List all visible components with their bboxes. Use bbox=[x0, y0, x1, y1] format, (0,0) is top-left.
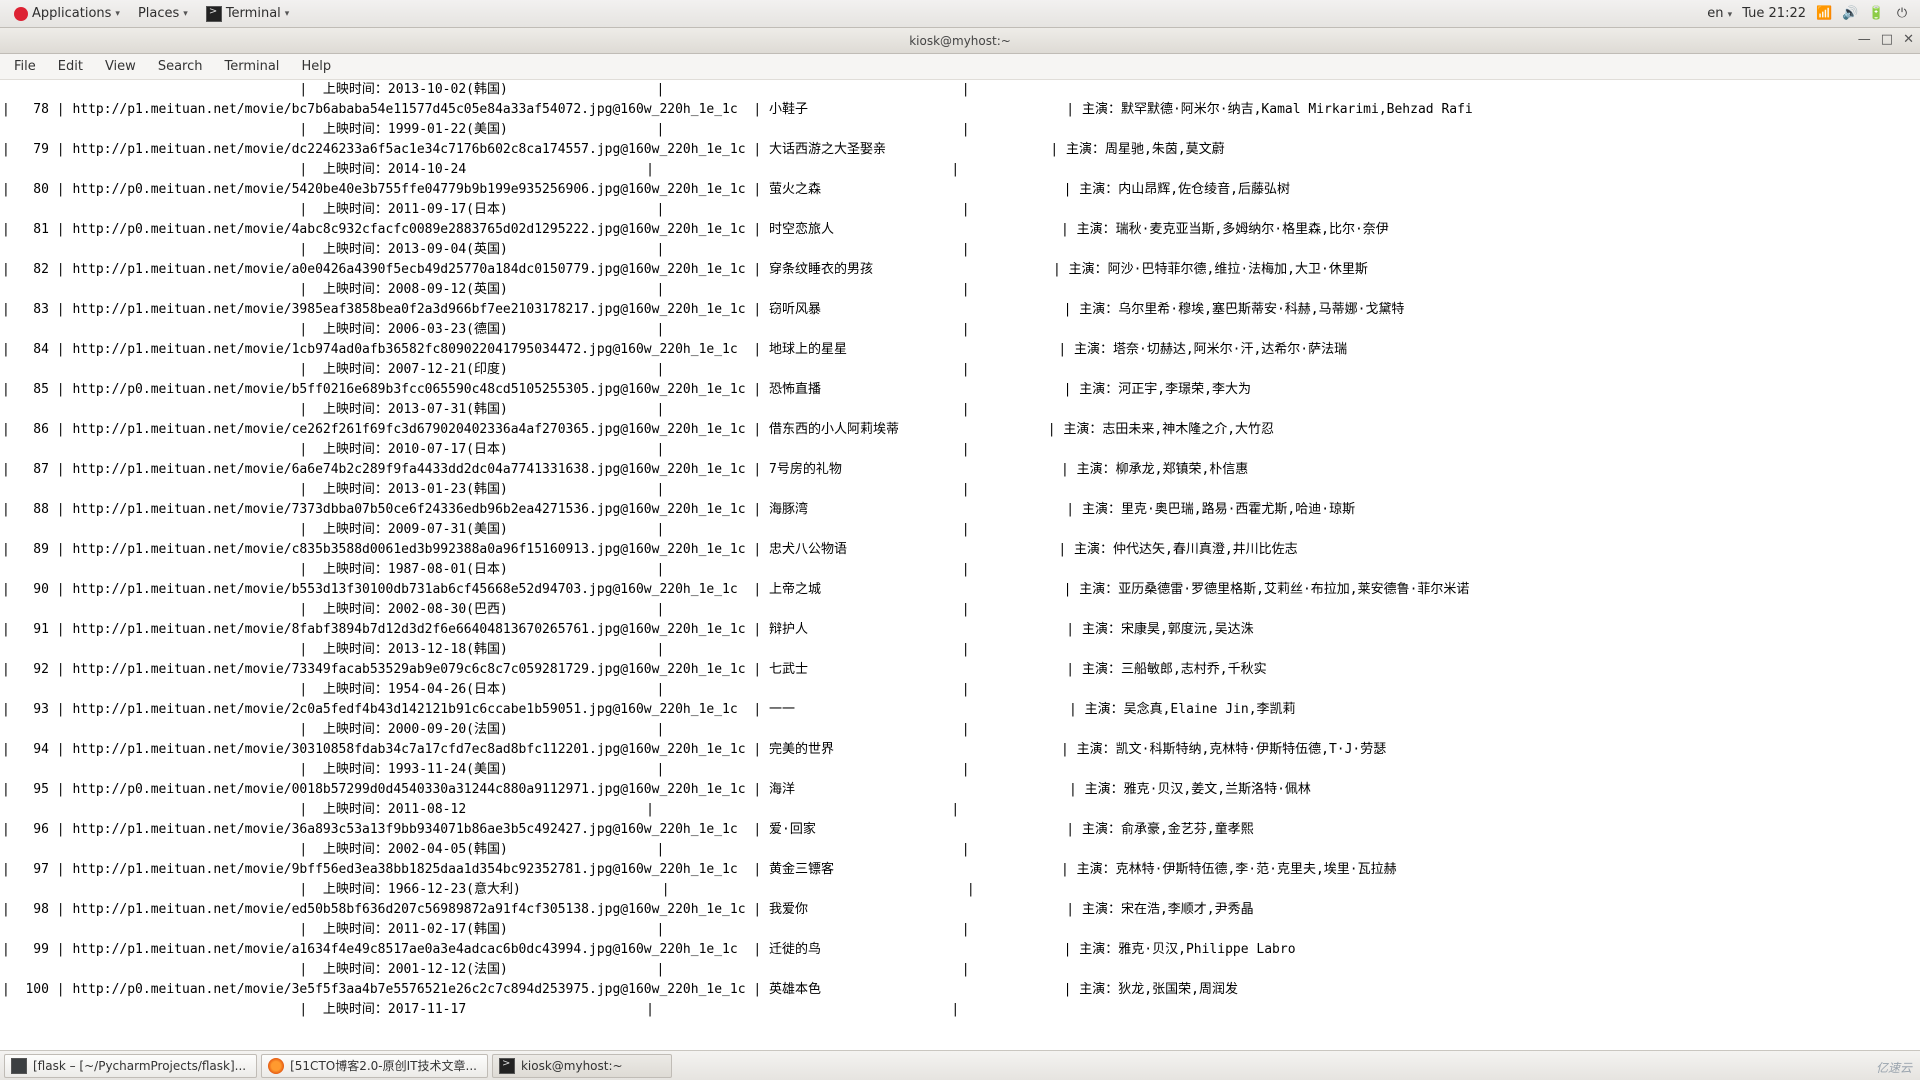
minimize-button[interactable]: — bbox=[1858, 32, 1871, 47]
task-label: kiosk@myhost:~ bbox=[521, 1059, 623, 1073]
terminal-output[interactable]: | 上映时间：2013-10-02(韩国) | | | 78 | http://… bbox=[0, 80, 1920, 1038]
power-icon[interactable]: ⏻ bbox=[1894, 6, 1910, 21]
applications-menu[interactable]: Applications ▾ bbox=[6, 2, 128, 25]
menu-help[interactable]: Help bbox=[291, 56, 341, 77]
terminal-icon bbox=[499, 1058, 515, 1074]
close-button[interactable]: ✕ bbox=[1903, 32, 1914, 47]
watermark: 亿速云 bbox=[1876, 1059, 1912, 1076]
menu-file[interactable]: File bbox=[4, 56, 46, 77]
maximize-button[interactable]: □ bbox=[1881, 32, 1893, 47]
taskbar-item-terminal[interactable]: kiosk@myhost:~ bbox=[492, 1054, 672, 1078]
menu-view[interactable]: View bbox=[95, 56, 146, 77]
menu-edit[interactable]: Edit bbox=[48, 56, 93, 77]
places-label: Places bbox=[138, 6, 179, 21]
bottom-taskbar: [flask – [~/PycharmProjects/flask]... [5… bbox=[0, 1050, 1920, 1080]
terminal-window: kiosk@myhost:~ — □ ✕ File Edit View Sear… bbox=[0, 28, 1920, 1038]
clock[interactable]: Tue 21:22 bbox=[1742, 6, 1806, 21]
terminal-icon bbox=[206, 6, 222, 22]
pycharm-icon bbox=[11, 1058, 27, 1074]
firefox-icon bbox=[268, 1058, 284, 1074]
taskbar-item-pycharm[interactable]: [flask – [~/PycharmProjects/flask]... bbox=[4, 1054, 257, 1078]
task-label: [flask – [~/PycharmProjects/flask]... bbox=[33, 1059, 246, 1073]
places-menu[interactable]: Places ▾ bbox=[130, 2, 196, 25]
window-titlebar[interactable]: kiosk@myhost:~ — □ ✕ bbox=[0, 28, 1920, 54]
keyboard-layout[interactable]: en ▾ bbox=[1707, 6, 1732, 21]
applications-label: Applications bbox=[32, 6, 111, 21]
terminal-label: Terminal bbox=[226, 6, 281, 21]
window-title: kiosk@myhost:~ bbox=[909, 34, 1011, 48]
battery-icon[interactable]: 🔋 bbox=[1868, 6, 1884, 21]
task-label: [51CTO博客2.0-原创IT技术文章... bbox=[290, 1057, 477, 1074]
terminal-menubar: File Edit View Search Terminal Help bbox=[0, 54, 1920, 80]
applications-icon bbox=[14, 7, 28, 21]
menu-terminal[interactable]: Terminal bbox=[214, 56, 289, 77]
menu-search[interactable]: Search bbox=[148, 56, 213, 77]
chevron-down-icon: ▾ bbox=[285, 9, 290, 19]
network-icon[interactable]: 📶 bbox=[1816, 6, 1832, 21]
chevron-down-icon: ▾ bbox=[183, 9, 188, 19]
taskbar-item-firefox[interactable]: [51CTO博客2.0-原创IT技术文章... bbox=[261, 1054, 488, 1078]
chevron-down-icon: ▾ bbox=[115, 9, 120, 19]
volume-icon[interactable]: 🔊 bbox=[1842, 6, 1858, 21]
terminal-launcher[interactable]: Terminal ▾ bbox=[198, 2, 297, 26]
gnome-top-panel: Applications ▾ Places ▾ Terminal ▾ en ▾ … bbox=[0, 0, 1920, 28]
